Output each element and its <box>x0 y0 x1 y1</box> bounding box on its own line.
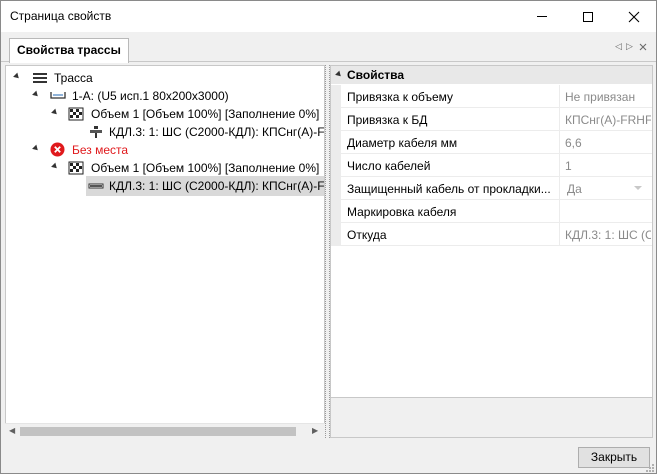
scrollbar-thumb[interactable] <box>20 427 296 436</box>
tab-label: Свойства трассы <box>17 43 121 57</box>
property-row[interactable]: Маркировка кабеля <box>331 200 652 223</box>
property-divider <box>559 223 560 246</box>
title-bar: Страница свойств <box>1 1 656 32</box>
property-row[interactable]: Привязка к объему Не привязан <box>331 85 652 108</box>
property-value: Не привязан <box>565 90 636 104</box>
tree-node-no-place[interactable]: Без места <box>6 140 324 160</box>
property-row[interactable]: Откуда КДЛ.3: 1: ШС (С <box>331 223 652 246</box>
property-name: Маркировка кабеля <box>347 205 457 219</box>
property-divider <box>559 154 560 177</box>
property-row[interactable]: Привязка к БД КПСнг(А)-FRHF <box>331 108 652 131</box>
close-window-button[interactable] <box>611 1 657 32</box>
property-gutter <box>331 154 341 177</box>
property-gutter <box>331 85 341 108</box>
property-divider <box>559 200 560 223</box>
close-button[interactable]: Закрыть <box>578 447 650 468</box>
property-divider <box>559 85 560 108</box>
tree-node-cable[interactable]: КДЛ.3: 1: ШС (С2000-КДЛ): КПСнг(А)-F <box>6 122 324 142</box>
property-gutter <box>331 200 341 223</box>
tree-horizontal-scrollbar[interactable]: ◀ ▶ <box>5 423 325 438</box>
tab-scroll-right-icon[interactable]: ▷ <box>626 41 633 52</box>
tree-node-route[interactable]: Трасса <box>6 68 324 88</box>
properties-window: Страница свойств Свойства трассы ◁ ▷ Тра… <box>0 0 657 474</box>
property-description-area <box>331 397 652 437</box>
tab-route-properties[interactable]: Свойства трассы <box>9 38 129 63</box>
route-tree[interactable]: Трасса 1-А: (U5 исп.1 80х200х3000) Объем… <box>5 65 325 438</box>
tab-strip: Свойства трассы ◁ ▷ <box>1 32 656 63</box>
property-divider <box>559 108 560 131</box>
property-gutter <box>331 177 341 200</box>
maximize-button[interactable] <box>565 1 611 32</box>
resize-grip-icon[interactable] <box>645 463 655 473</box>
expand-arrow-icon[interactable] <box>51 108 59 117</box>
tray-icon <box>50 92 66 99</box>
property-value: 1 <box>565 159 572 173</box>
chevron-down-icon[interactable] <box>634 186 642 190</box>
tree-node-label: Без места <box>72 143 129 157</box>
property-name: Диаметр кабеля мм <box>347 136 458 150</box>
property-name: Откуда <box>347 228 387 242</box>
property-divider <box>559 177 560 200</box>
scroll-right-icon[interactable]: ▶ <box>312 426 318 435</box>
property-name: Число кабелей <box>347 159 431 173</box>
maximize-icon <box>583 11 593 22</box>
property-divider <box>559 131 560 154</box>
route-icon <box>33 73 47 83</box>
property-grid[interactable]: Свойства Привязка к объему Не привязан П… <box>330 65 653 438</box>
property-category-header[interactable]: Свойства <box>331 66 652 84</box>
tree-node-label: КДЛ.3: 1: ШС (С2000-КДЛ): КПСнг(А)-F <box>109 125 325 139</box>
error-icon <box>50 142 65 157</box>
close-icon <box>628 11 640 22</box>
scroll-left-icon[interactable]: ◀ <box>9 426 15 435</box>
tree-node-label: 1-А: (U5 исп.1 80х200х3000) <box>72 89 229 103</box>
tree-node-label: КДЛ.3: 1: ШС (С2000-КДЛ): КПСнг(А)-F <box>109 179 325 193</box>
tab-close-icon[interactable] <box>639 43 647 51</box>
collapse-arrow-icon[interactable] <box>335 70 343 79</box>
property-value: КПСнг(А)-FRHF <box>565 113 651 127</box>
tree-node-label: Объем 1 [Объем 100%] [Заполнение 0%] <box>91 107 320 121</box>
minimize-button[interactable] <box>519 1 565 32</box>
property-value: 6,6 <box>565 136 582 150</box>
tree-node-cable-selected[interactable]: КДЛ.3: 1: ШС (С2000-КДЛ): КПСнг(А)-F <box>6 176 324 196</box>
minimize-icon <box>537 16 547 17</box>
property-row[interactable]: Защищенный кабель от прокладки... Да <box>331 177 652 200</box>
property-category-label: Свойства <box>347 68 405 82</box>
expand-arrow-icon[interactable] <box>32 144 40 153</box>
tree-node-volume[interactable]: Объем 1 [Объем 100%] [Заполнение 0%] <box>6 104 324 124</box>
expand-arrow-icon[interactable] <box>32 90 40 99</box>
window-title: Страница свойств <box>10 9 112 23</box>
cable-connect-icon <box>90 126 102 138</box>
tree-node-tray[interactable]: 1-А: (U5 исп.1 80х200х3000) <box>6 86 324 106</box>
property-name: Привязка к БД <box>347 113 428 127</box>
property-gutter <box>331 131 341 154</box>
expand-arrow-icon[interactable] <box>13 72 21 81</box>
volume-grid-icon <box>68 107 84 121</box>
tree-node-label: Объем 1 [Объем 100%] [Заполнение 0%] <box>91 161 320 175</box>
property-name: Привязка к объему <box>347 90 454 104</box>
tree-node-volume[interactable]: Объем 1 [Объем 100%] [Заполнение 0%] <box>6 158 324 178</box>
property-gutter <box>331 108 341 131</box>
property-value: КДЛ.3: 1: ШС (С <box>565 228 651 242</box>
volume-grid-icon <box>68 161 84 175</box>
property-name: Защищенный кабель от прокладки... <box>347 182 551 196</box>
tab-scroll-left-icon[interactable]: ◁ <box>615 41 622 52</box>
property-row[interactable]: Число кабелей 1 <box>331 154 652 177</box>
expand-arrow-icon[interactable] <box>51 162 59 171</box>
cable-icon <box>88 183 104 189</box>
property-row[interactable]: Диаметр кабеля мм 6,6 <box>331 131 652 154</box>
tree-node-label: Трасса <box>54 71 93 85</box>
property-gutter <box>331 223 341 246</box>
